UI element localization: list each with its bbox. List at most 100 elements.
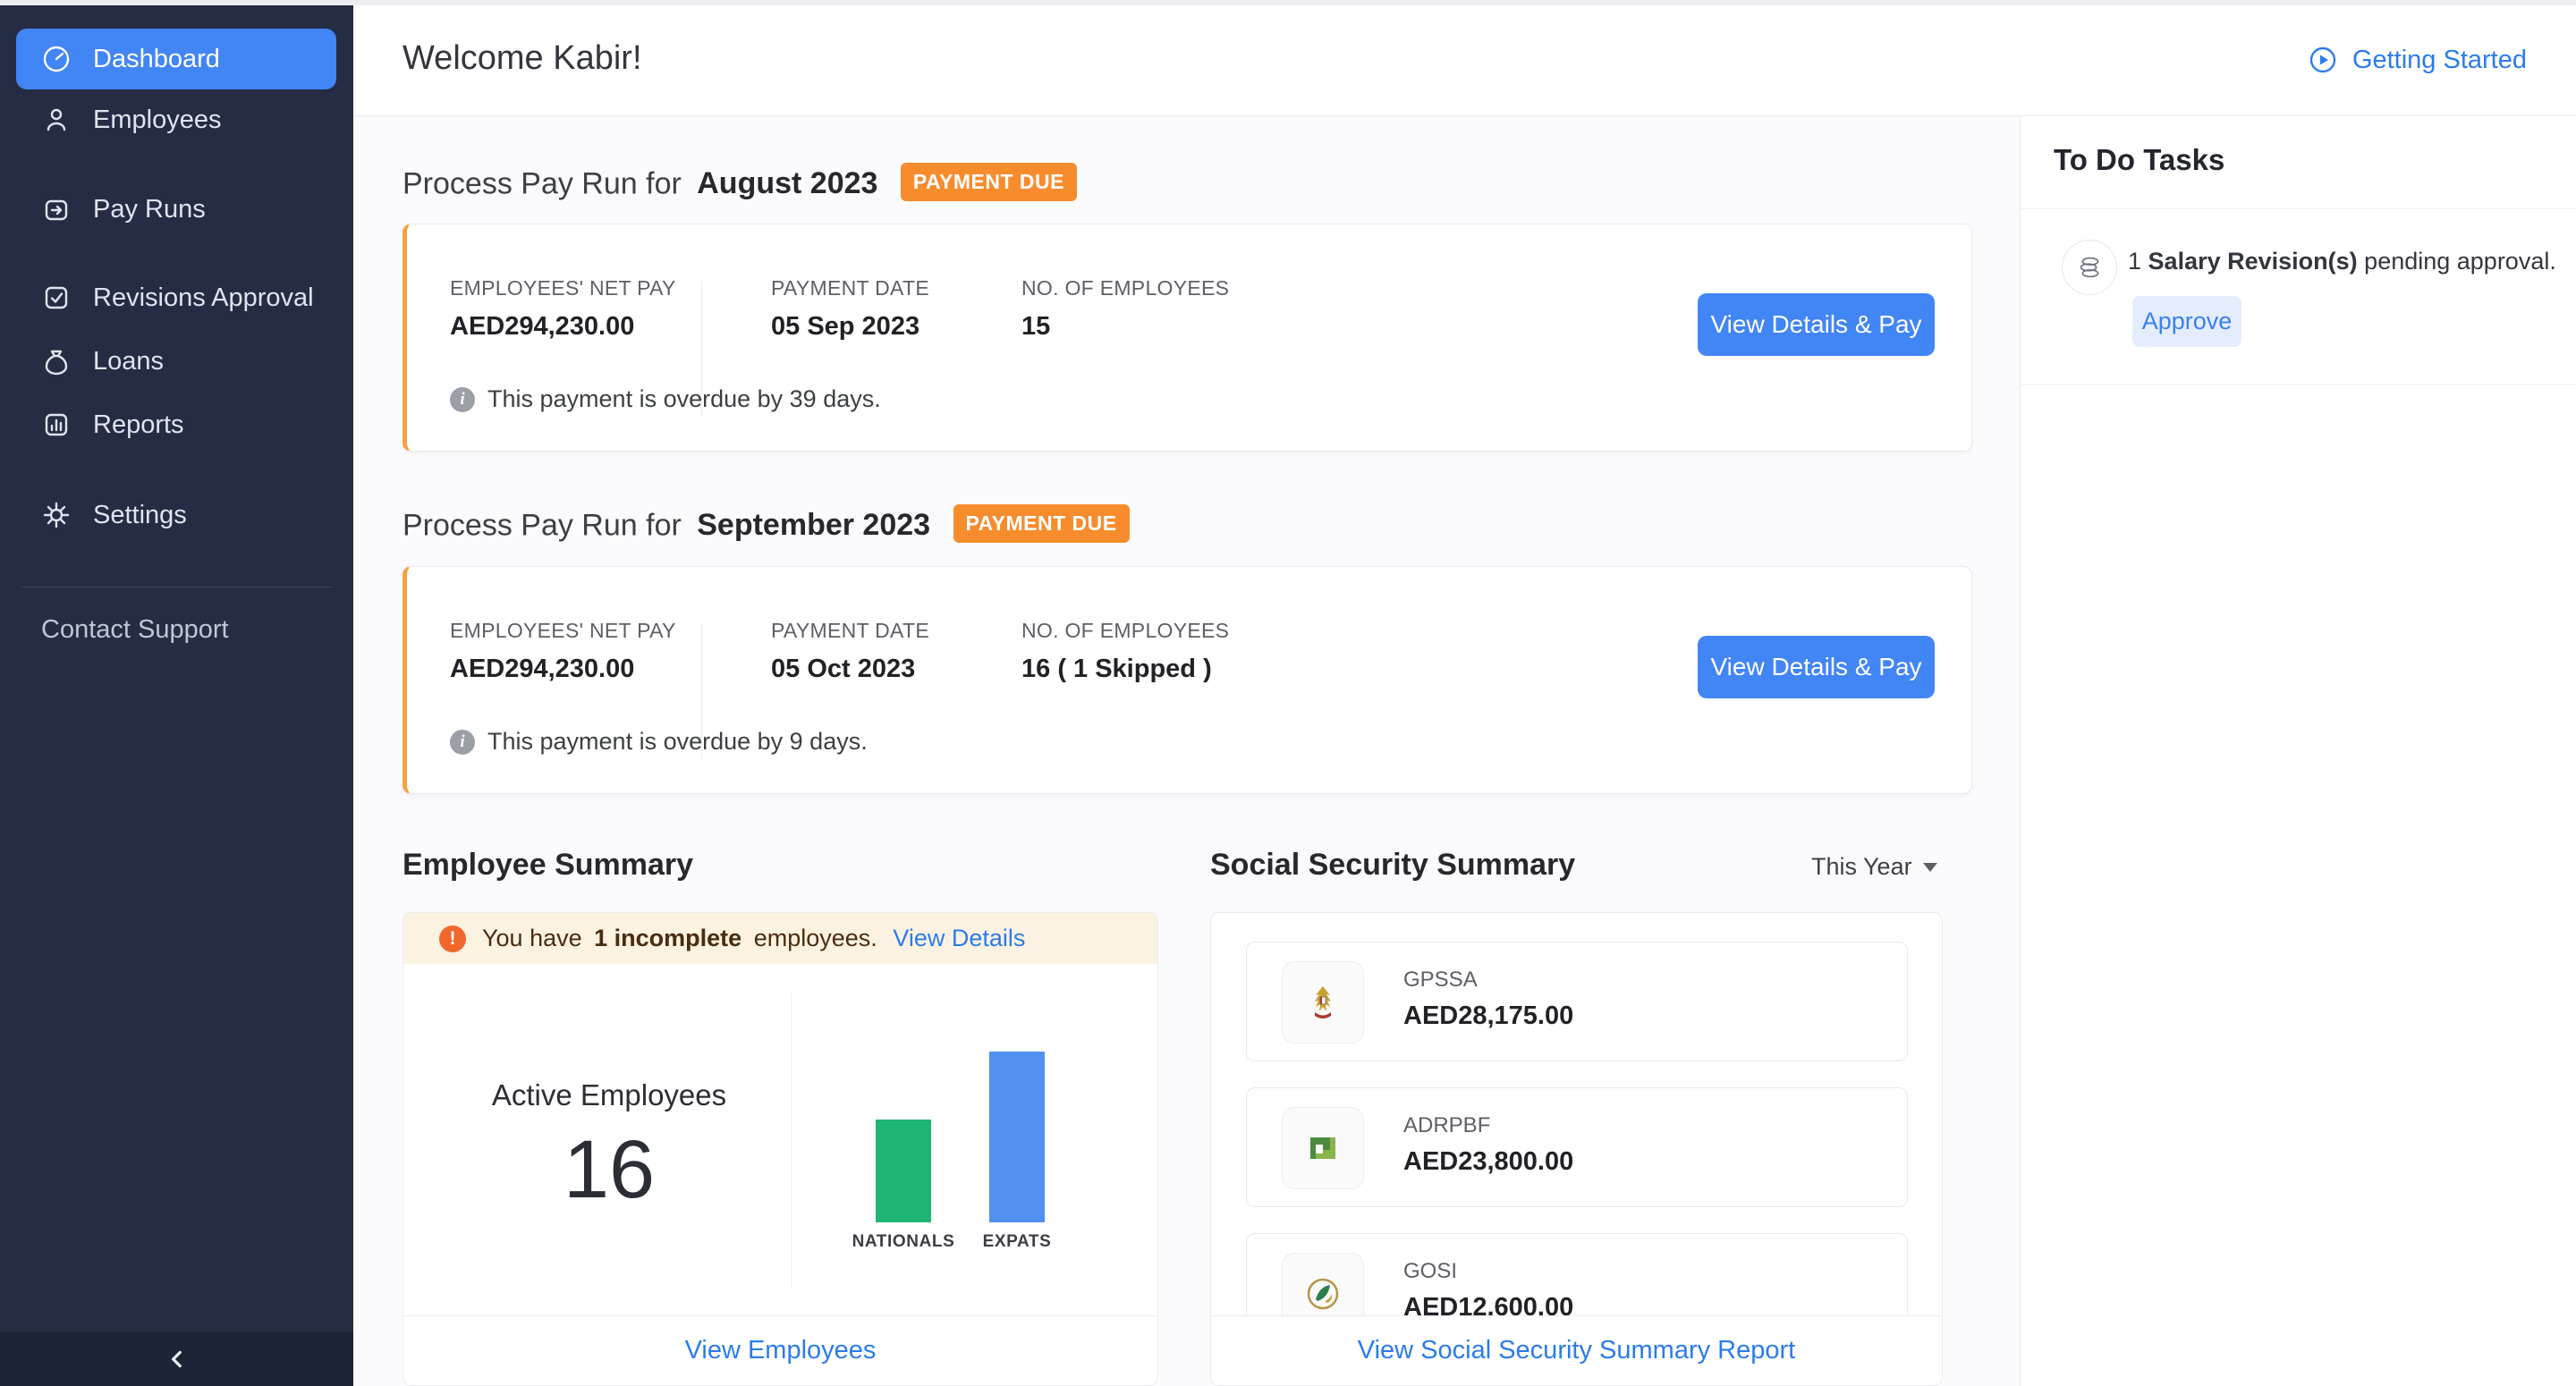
task-bold: Salary Revision(s) <box>2148 248 2358 275</box>
view-details-pay-button[interactable]: View Details & Pay <box>1698 293 1935 356</box>
chart-divider <box>791 993 792 1289</box>
payroll-dashboard: Dashboard Employees Pay Runs Revisions A… <box>0 0 2576 1386</box>
coins-icon <box>2062 240 2117 295</box>
todo-panel: To Do Tasks 1 Salary Revision(s) pending… <box>2020 116 2576 1386</box>
loans-icon <box>41 346 72 376</box>
alert-bold: 1 incomplete <box>594 925 741 951</box>
getting-started-label: Getting Started <box>2352 46 2527 75</box>
sidebar-item-dashboard[interactable]: Dashboard <box>16 29 336 89</box>
employee-summary-card: ! You have 1 incomplete employees. View … <box>402 912 1158 1386</box>
employee-count-value: 15 <box>1021 312 1050 342</box>
payment-date-label: PAYMENT DATE <box>771 276 929 300</box>
view-details-pay-button[interactable]: View Details & Pay <box>1698 636 1935 698</box>
payrun-heading-august: Process Pay Run for August 2023 PAYMENT … <box>402 166 1077 205</box>
incomplete-employees-alert: ! You have 1 incomplete employees. View … <box>403 913 1157 964</box>
employee-count-label: NO. OF EMPLOYEES <box>1021 276 1229 300</box>
payment-date-label: PAYMENT DATE <box>771 619 929 643</box>
sidebar-item-label: Dashboard <box>93 45 220 74</box>
alert-text: You have 1 incomplete employees. View De… <box>482 925 1025 952</box>
dashboard-icon <box>41 44 72 74</box>
sidebar: Dashboard Employees Pay Runs Revisions A… <box>0 5 353 1332</box>
payment-date-value: 05 Sep 2023 <box>771 312 919 342</box>
sidebar-item-label: Pay Runs <box>93 195 206 224</box>
social-security-card: GPSSA AED28,175.00 ADRPBF AED23,800.00 <box>1210 912 1943 1386</box>
overdue-notice: i This payment is overdue by 39 days. <box>450 385 881 413</box>
employees-icon <box>41 105 72 135</box>
approve-button[interactable]: Approve <box>2132 296 2241 347</box>
sidebar-item-label: Loans <box>93 347 164 376</box>
active-employees-count: 16 <box>475 1123 743 1217</box>
uae-emblem-icon <box>1282 961 1364 1044</box>
employee-count-label: NO. OF EMPLOYEES <box>1021 619 1229 643</box>
top-bar: Welcome Kabir! Getting Started <box>353 5 2576 116</box>
getting-started-link[interactable]: Getting Started <box>2308 45 2527 75</box>
net-pay-value: AED294,230.00 <box>450 655 634 684</box>
todo-task-text: 1 Salary Revision(s) pending approval. <box>2128 246 2566 277</box>
employee-count-value: 16 ( 1 Skipped ) <box>1021 655 1212 684</box>
alert-prefix: You have <box>482 925 582 951</box>
chevron-down-icon <box>1923 863 1937 872</box>
sidebar-item-label: Settings <box>93 501 187 530</box>
sidebar-item-reports[interactable]: Reports <box>0 400 353 450</box>
chevron-left-icon <box>165 1348 189 1371</box>
active-employees-label: Active Employees <box>475 1078 743 1112</box>
payrun-heading-september: Process Pay Run for September 2023 PAYME… <box>402 508 1130 546</box>
view-details-link[interactable]: View Details <box>893 925 1025 951</box>
payrun-card-september: EMPLOYEES' NET PAY AED294,230.00 PAYMENT… <box>402 566 1972 794</box>
contact-support-link[interactable]: Contact Support <box>41 615 229 645</box>
warning-icon: ! <box>439 925 466 952</box>
year-filter-value: This Year <box>1811 853 1912 881</box>
social-security-name: ADRPBF <box>1403 1113 1490 1138</box>
main-content: Process Pay Run for August 2023 PAYMENT … <box>353 116 2020 1386</box>
sidebar-item-employees[interactable]: Employees <box>0 95 353 145</box>
sidebar-item-label: Revisions Approval <box>93 283 314 313</box>
bar-expats <box>989 1052 1045 1222</box>
social-security-name: GOSI <box>1403 1259 1457 1284</box>
payment-due-badge: PAYMENT DUE <box>901 163 1077 201</box>
play-circle-icon <box>2308 45 2338 75</box>
adrpbf-logo-icon <box>1282 1107 1364 1189</box>
year-filter-dropdown[interactable]: This Year <box>1811 853 1937 881</box>
net-pay-label: EMPLOYEES' NET PAY <box>450 276 676 300</box>
task-suffix: pending approval. <box>2364 248 2556 275</box>
bar-nationals <box>876 1120 931 1222</box>
reports-icon <box>41 410 72 440</box>
info-icon: i <box>450 730 475 755</box>
payrun-card-august: EMPLOYEES' NET PAY AED294,230.00 PAYMENT… <box>402 224 1972 452</box>
sidebar-item-settings[interactable]: Settings <box>0 490 353 540</box>
sidebar-item-loans[interactable]: Loans <box>0 336 353 386</box>
social-security-item-gpssa: GPSSA AED28,175.00 <box>1246 942 1908 1061</box>
net-pay-label: EMPLOYEES' NET PAY <box>450 619 676 643</box>
sidebar-item-label: Employees <box>93 106 221 135</box>
social-security-item-adrpbf: ADRPBF AED23,800.00 <box>1246 1087 1908 1207</box>
payment-due-badge: PAYMENT DUE <box>953 504 1130 543</box>
sidebar-item-pay-runs[interactable]: Pay Runs <box>0 184 353 234</box>
todo-title: To Do Tasks <box>2054 143 2224 177</box>
payrun-heading-prefix: Process Pay Run for <box>402 166 682 200</box>
divider <box>2021 208 2576 209</box>
view-social-security-report-link[interactable]: View Social Security Summary Report <box>1358 1336 1795 1365</box>
sidebar-item-revisions-approval[interactable]: Revisions Approval <box>0 273 353 323</box>
social-security-card-footer: View Social Security Summary Report <box>1211 1315 1942 1385</box>
overdue-text: This payment is overdue by 39 days. <box>487 385 881 413</box>
info-icon: i <box>450 387 475 412</box>
payment-date-value: 05 Oct 2023 <box>771 655 915 684</box>
revisions-approval-icon <box>41 283 72 313</box>
payrun-period: September 2023 <box>697 508 930 542</box>
payrun-period: August 2023 <box>697 166 877 200</box>
net-pay-value: AED294,230.00 <box>450 312 634 342</box>
employee-card-footer: View Employees <box>403 1315 1157 1385</box>
employee-summary-title: Employee Summary <box>402 848 693 883</box>
settings-icon <box>41 500 72 530</box>
sidebar-collapse-button[interactable] <box>0 1332 353 1386</box>
view-employees-link[interactable]: View Employees <box>685 1336 877 1365</box>
pay-runs-icon <box>41 194 72 224</box>
payrun-heading-prefix: Process Pay Run for <box>402 508 682 542</box>
social-security-amount: AED28,175.00 <box>1403 1001 1573 1031</box>
alert-suffix: employees. <box>754 925 877 951</box>
overdue-text: This payment is overdue by 9 days. <box>487 728 868 756</box>
bar-label-expats: EXPATS <box>945 1232 1089 1252</box>
task-count: 1 <box>2128 248 2141 275</box>
page-title: Welcome Kabir! <box>402 39 642 78</box>
social-security-name: GPSSA <box>1403 968 1478 993</box>
